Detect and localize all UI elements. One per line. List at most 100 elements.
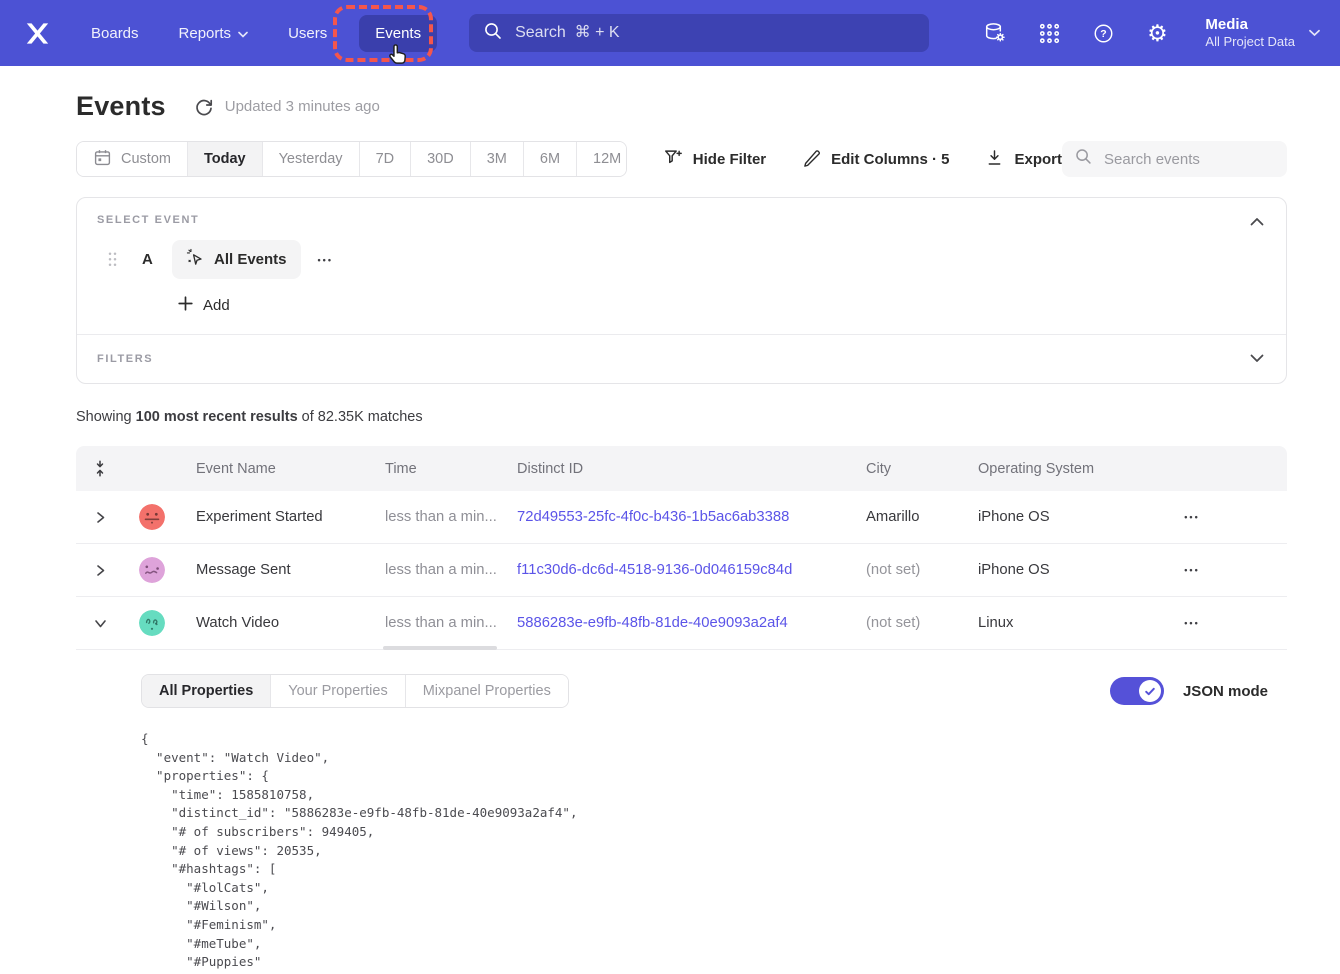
toggle-knob	[1139, 680, 1161, 702]
sparkle-cursor-icon	[186, 248, 205, 271]
project-name: Media	[1205, 16, 1295, 35]
col-header-time[interactable]: Time	[385, 461, 517, 477]
data-management-icon[interactable]	[983, 21, 1007, 45]
expand-row-icon[interactable]	[76, 564, 124, 577]
date-range-today[interactable]: Today	[188, 142, 263, 176]
table-header: Event Name Time Distinct ID City Operati…	[76, 446, 1287, 491]
mixpanel-logo[interactable]	[24, 20, 51, 47]
edit-columns-button[interactable]: Edit Columns · 5	[802, 148, 949, 171]
top-nav: Boards Reports Users Events	[0, 0, 1340, 66]
search-events-input[interactable]	[1102, 150, 1305, 169]
event-picker-chip[interactable]: All Events	[172, 240, 301, 279]
clause-more-icon[interactable]: •••	[318, 255, 333, 265]
table-row: Experiment Started less than a min... 72…	[76, 491, 1287, 544]
cell-city: Amarillo	[866, 509, 978, 525]
json-mode-toggle[interactable]	[1110, 677, 1164, 705]
date-range-custom[interactable]: Custom	[77, 142, 188, 176]
col-header-distinct-id[interactable]: Distinct ID	[517, 461, 866, 477]
cell-city: (not set)	[866, 615, 978, 631]
properties-tabs: All Properties Your Properties Mixpanel …	[141, 674, 569, 708]
tab-mixpanel-properties[interactable]: Mixpanel Properties	[406, 675, 568, 707]
row-more-icon[interactable]: •••	[1152, 512, 1232, 522]
app-window: Boards Reports Users Events	[0, 0, 1340, 974]
help-icon[interactable]: ?	[1091, 21, 1115, 45]
table-row: Message Sent less than a min... f11c30d6…	[76, 544, 1287, 597]
query-builder-card: SELECT EVENT A	[76, 197, 1287, 384]
drag-handle-icon[interactable]	[107, 251, 118, 268]
filters-section[interactable]: FILTERS	[77, 334, 1286, 383]
search-icon	[1075, 148, 1092, 170]
events-table: Event Name Time Distinct ID City Operati…	[76, 446, 1287, 974]
page-title: Events	[76, 91, 166, 122]
event-avatar	[124, 504, 180, 530]
chevron-down-icon[interactable]	[1250, 350, 1264, 368]
hide-filter-button[interactable]: Hide Filter	[663, 147, 766, 171]
pencil-icon	[802, 148, 821, 171]
search-events-field[interactable]	[1062, 141, 1287, 177]
apps-grid-icon[interactable]	[1037, 21, 1061, 45]
cell-distinct-id[interactable]: 72d49553-25fc-4f0c-b436-1b5ac6ab3388	[517, 509, 866, 525]
date-range-30d[interactable]: 30D	[411, 142, 471, 176]
nav-item-boards[interactable]: Boards	[91, 25, 139, 42]
svg-text:?: ?	[1100, 28, 1106, 40]
clause-letter: A	[142, 251, 155, 268]
expand-row-icon[interactable]	[76, 511, 124, 524]
cell-distinct-id[interactable]: 5886283e-e9fb-48fb-81de-40e9093a2af4	[517, 615, 866, 631]
date-range-3m[interactable]: 3M	[471, 142, 524, 176]
cell-distinct-id[interactable]: f11c30d6-dc6d-4518-9136-0d046159c84d	[517, 562, 866, 578]
event-chip-label: All Events	[214, 251, 287, 268]
global-search-input[interactable]	[513, 23, 914, 43]
date-range-yesterday[interactable]: Yesterday	[263, 142, 360, 176]
table-row-expanded: Watch Video less than a min... 5886283e-…	[76, 597, 1287, 650]
date-range-7d[interactable]: 7D	[360, 142, 412, 176]
title-row: Events Updated 3 minutes ago	[76, 91, 1287, 122]
col-header-os[interactable]: Operating System	[978, 461, 1152, 477]
cell-event-name[interactable]: Experiment Started	[180, 509, 385, 525]
row-more-icon[interactable]: •••	[1152, 565, 1232, 575]
filters-label: FILTERS	[97, 353, 153, 365]
json-mode-label: JSON mode	[1183, 683, 1268, 700]
chevron-up-icon[interactable]	[1250, 213, 1264, 231]
col-header-city[interactable]: City	[866, 461, 978, 477]
search-icon	[484, 22, 502, 45]
cell-event-name[interactable]: Watch Video	[180, 615, 385, 631]
detail-toolbar: All Properties Your Properties Mixpanel …	[141, 674, 1287, 708]
collapse-row-icon[interactable]	[76, 617, 124, 630]
event-avatar	[124, 557, 180, 583]
row-more-icon[interactable]: •••	[1152, 618, 1232, 628]
cell-event-name[interactable]: Message Sent	[180, 562, 385, 578]
toolbar: Custom Today Yesterday 7D 30D 3M 6M 12M …	[76, 141, 1287, 177]
project-selector[interactable]: Media All Project Data	[1205, 16, 1320, 51]
nav-item-users[interactable]: Users	[288, 25, 327, 42]
nav-item-reports[interactable]: Reports	[179, 25, 249, 42]
export-button[interactable]: Export	[985, 148, 1062, 171]
calendar-icon	[93, 148, 112, 171]
tab-all-properties[interactable]: All Properties	[142, 675, 271, 707]
global-search[interactable]	[469, 14, 929, 52]
add-event-button[interactable]: Add	[178, 292, 230, 318]
date-range-12m[interactable]: 12M	[577, 142, 627, 176]
select-event-section: SELECT EVENT A	[77, 198, 1286, 334]
event-avatar	[124, 610, 180, 636]
filter-funnel-icon	[663, 147, 683, 171]
project-subtitle: All Project Data	[1205, 34, 1295, 50]
settings-gear-icon[interactable]: ⚙	[1145, 21, 1169, 45]
cell-time: less than a min...	[385, 615, 517, 631]
tab-your-properties[interactable]: Your Properties	[271, 675, 405, 707]
date-range-6m[interactable]: 6M	[524, 142, 577, 176]
select-event-label: SELECT EVENT	[97, 214, 1266, 226]
date-range-control: Custom Today Yesterday 7D 30D 3M 6M 12M	[76, 141, 627, 177]
json-mode-control: JSON mode	[1110, 677, 1268, 705]
row-detail-panel: All Properties Your Properties Mixpanel …	[76, 650, 1287, 974]
chevron-down-icon	[1309, 24, 1320, 42]
nav-item-events[interactable]: Events	[359, 15, 437, 52]
chevron-down-icon	[238, 25, 248, 42]
collapse-all-icon[interactable]	[76, 460, 124, 477]
updated-timestamp: Updated 3 minutes ago	[225, 98, 380, 115]
download-icon	[985, 148, 1004, 171]
json-properties-view: { "event": "Watch Video", "properties": …	[141, 730, 1287, 974]
cell-os: Linux	[978, 615, 1152, 631]
horizontal-scrollbar[interactable]	[383, 646, 497, 650]
col-header-event-name[interactable]: Event Name	[180, 461, 385, 477]
refresh-icon[interactable]	[194, 97, 214, 117]
